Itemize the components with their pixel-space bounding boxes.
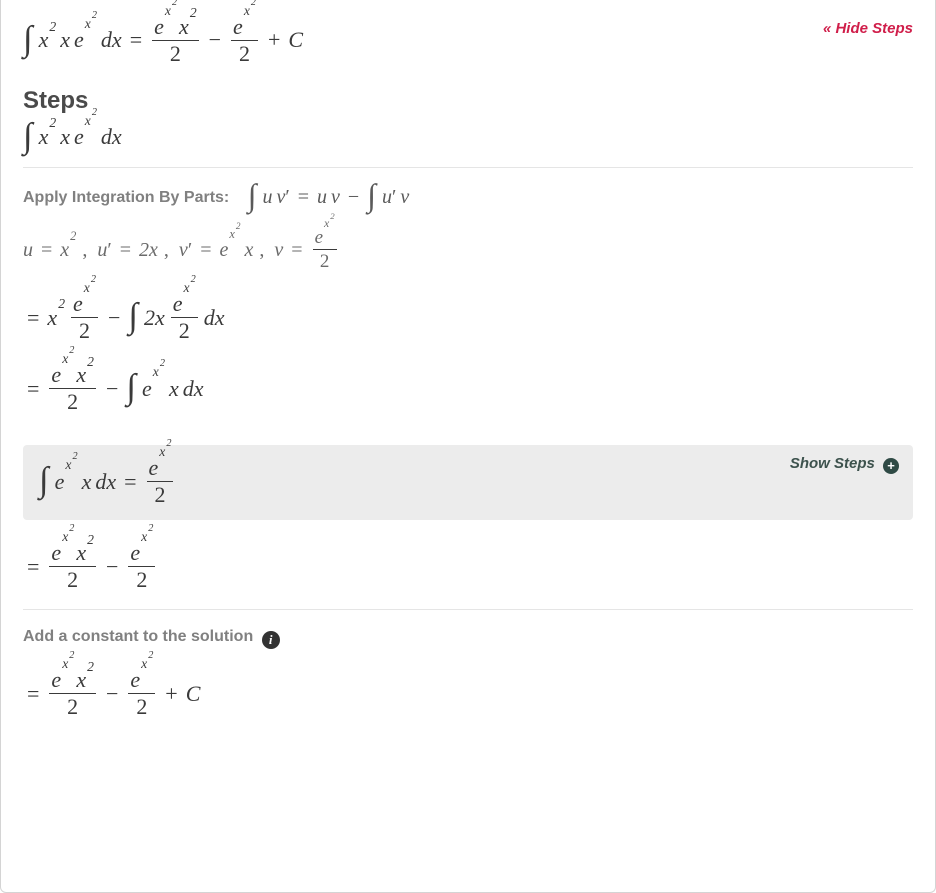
- step-expand-1: = x2 ex2 2 − ∫ 2x ex2 2 dx: [23, 293, 913, 342]
- step-label: Add a constant to the solution: [23, 628, 253, 645]
- plus-circle-icon: +: [883, 458, 899, 474]
- equation-problem: ∫ x2 x ex2 dx: [23, 125, 913, 149]
- sub-step-panel: Show Steps + ∫ ex2 xdx = ex2 2: [23, 445, 913, 520]
- integral-sign: ∫: [248, 186, 259, 205]
- divider: [23, 609, 913, 610]
- step-add-constant: Add a constant to the solution i: [23, 628, 913, 649]
- solution-card: « Hide Steps ∫ x2 x ex2 dx = ex2 x2 2 − …: [0, 0, 936, 893]
- integral-sign: ∫: [367, 186, 378, 205]
- integral-sign: ∫: [23, 28, 35, 49]
- uv-assignments: u= x2 , u= 2x , v= ex2 x , v= ex2 2: [23, 228, 913, 271]
- integral-sign: ∫: [128, 305, 140, 326]
- divider: [23, 167, 913, 168]
- integral-sign: ∫: [23, 125, 35, 146]
- sub-integral: ∫ ex2 xdx = ex2 2: [39, 457, 897, 506]
- step-apply-by-parts: Apply Integration By Parts: ∫ uv = uv − …: [23, 186, 913, 208]
- by-parts-rule: ∫ uv = uv − ∫ uv: [248, 186, 410, 208]
- step-final: = ex2 x2 2 − ex2 2 + C: [23, 669, 913, 718]
- integral-sign: ∫: [126, 376, 138, 397]
- steps-heading: Steps: [23, 87, 913, 115]
- show-steps-link[interactable]: Show Steps +: [790, 455, 899, 474]
- step-expand-2: = ex2 x2 2 − ∫ ex2 xdx: [23, 364, 913, 413]
- info-icon[interactable]: i: [262, 631, 280, 649]
- step-label: Apply Integration By Parts:: [23, 189, 229, 206]
- equation-problem-full: ∫ x2 x ex2 dx = ex2 x2 2 − ex2 2 + C: [23, 16, 913, 65]
- step-combined: = ex2 x2 2 − ex2 2: [23, 542, 913, 591]
- integral-sign: ∫: [39, 469, 51, 490]
- show-steps-label: Show Steps: [790, 455, 875, 472]
- hide-steps-link[interactable]: « Hide Steps: [823, 20, 913, 37]
